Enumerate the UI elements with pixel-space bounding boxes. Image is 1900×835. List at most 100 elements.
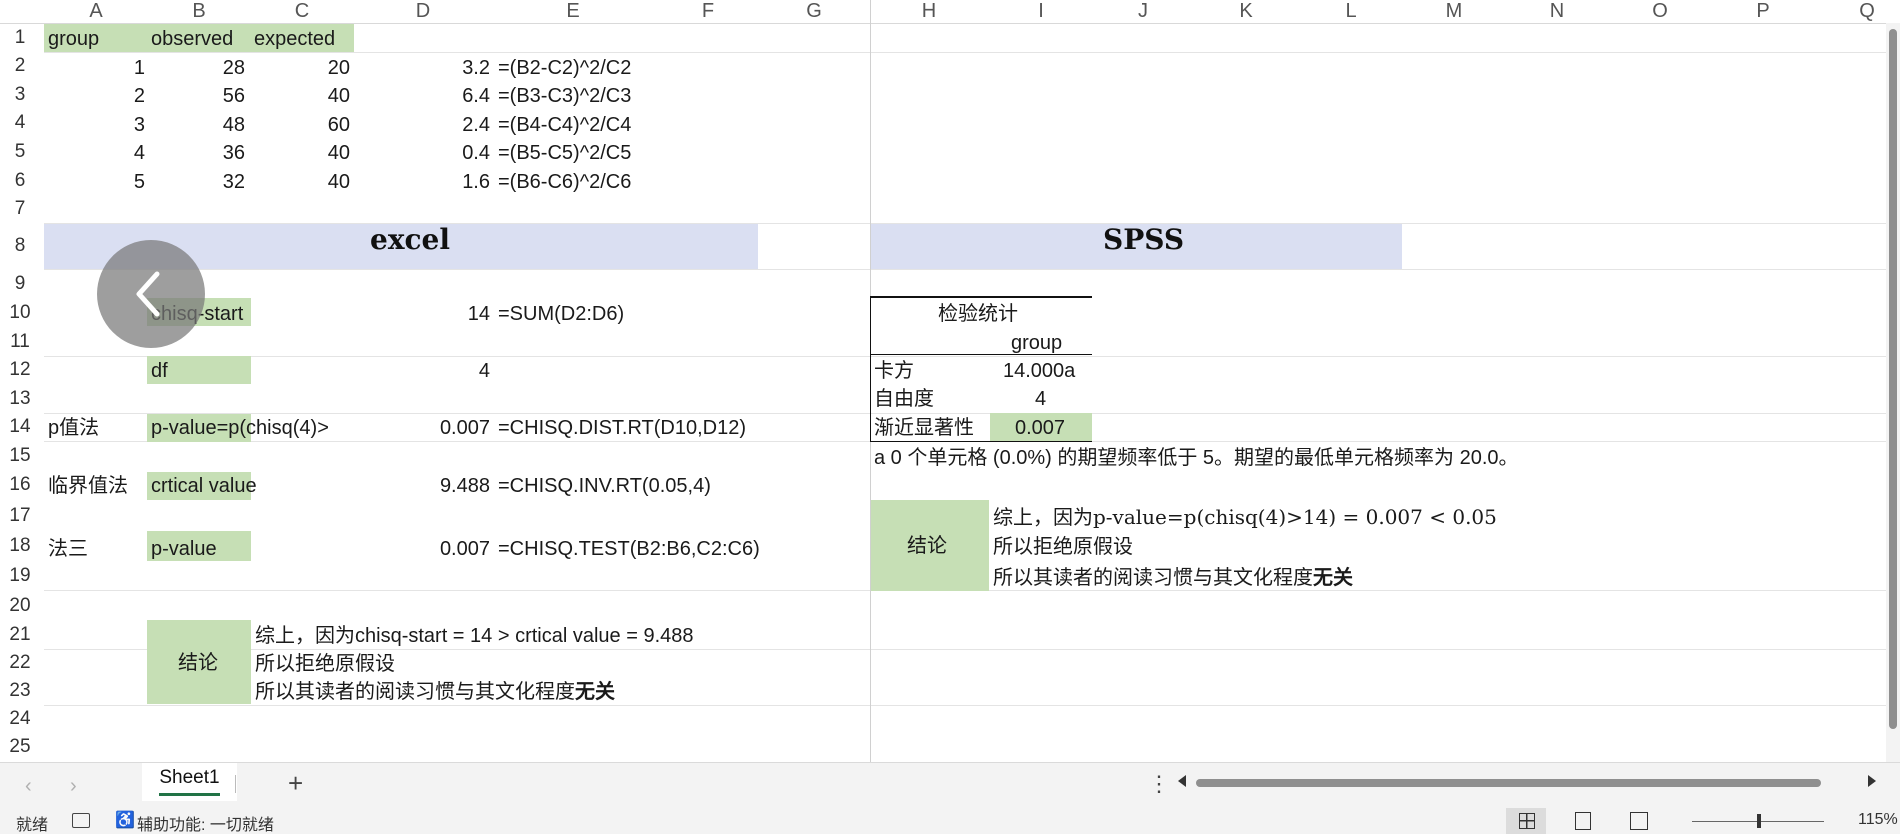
spss-title[interactable]: SPSS xyxy=(1103,226,1184,254)
column-header-g[interactable]: G xyxy=(806,0,822,23)
spss-footnote[interactable]: a 0 个单元格 (0.0%) 的期望频率低于 5。期望的最低单元格频率为 20… xyxy=(874,446,1519,470)
row-header-19[interactable]: 19 xyxy=(0,561,40,591)
excel-conclusion-line3[interactable]: 所以其读者的阅读习惯与其文化程度无关 xyxy=(255,680,615,704)
row-header-24[interactable]: 24 xyxy=(0,705,40,733)
data-cell-d[interactable]: 0.4 xyxy=(440,141,490,165)
row-header-8[interactable]: 8 xyxy=(0,223,40,269)
data-cell-expected[interactable]: 60 xyxy=(300,113,350,137)
spss-conclusion-line3[interactable]: 所以其读者的阅读习惯与其文化程度无关 xyxy=(993,566,1353,590)
data-cell-d[interactable]: 2.4 xyxy=(440,113,490,137)
df-value[interactable]: 4 xyxy=(440,359,490,383)
column-header-l[interactable]: L xyxy=(1345,0,1356,23)
row-header-14[interactable]: 14 xyxy=(0,413,40,441)
data-cell-formula[interactable]: =(B6-C6)^2/C6 xyxy=(498,170,631,194)
vertical-scrollbar[interactable] xyxy=(1886,23,1900,762)
row-header-5[interactable]: 5 xyxy=(0,137,40,166)
data-cell-d[interactable]: 6.4 xyxy=(440,84,490,108)
column-header-f[interactable]: F xyxy=(702,0,714,23)
spss-row2-value[interactable]: 4 xyxy=(1035,387,1046,411)
tab-scroll-prev-icon[interactable]: ‹ xyxy=(25,775,32,798)
data-cell-expected[interactable]: 40 xyxy=(300,141,350,165)
df-label[interactable]: df xyxy=(151,359,168,383)
excel-conclusion-line2[interactable]: 所以拒绝原假设 xyxy=(255,652,395,676)
back-button[interactable] xyxy=(97,240,205,348)
row-header-15[interactable]: 15 xyxy=(0,441,40,470)
column-header-d[interactable]: D xyxy=(416,0,430,23)
spss-conclusion-label[interactable]: 结论 xyxy=(907,534,947,558)
p-label[interactable]: p-value=p(chisq(4)> xyxy=(151,416,329,440)
column-header-n[interactable]: N xyxy=(1550,0,1564,23)
accessibility-icon[interactable]: ♿ xyxy=(115,810,135,830)
row-header-11[interactable]: 11 xyxy=(0,327,40,356)
scroll-left-icon[interactable] xyxy=(1178,775,1186,787)
row-header-2[interactable]: 2 xyxy=(0,52,40,80)
data-cell-group[interactable]: 3 xyxy=(100,113,145,137)
chisq-value[interactable]: 14 xyxy=(440,302,490,326)
data-cell-formula[interactable]: =(B3-C3)^2/C3 xyxy=(498,84,631,108)
column-header-b[interactable]: B xyxy=(192,0,205,23)
add-sheet-button[interactable]: + xyxy=(288,768,303,799)
spss-conclusion-line2[interactable]: 所以拒绝原假设 xyxy=(993,535,1133,559)
row-header-25[interactable]: 25 xyxy=(0,733,40,761)
data-cell-d[interactable]: 1.6 xyxy=(440,170,490,194)
column-header-i[interactable]: I xyxy=(1038,0,1044,23)
column-header-c[interactable]: C xyxy=(295,0,309,23)
tab-scroll-next-icon[interactable]: › xyxy=(70,775,77,798)
chisq-formula[interactable]: =SUM(D2:D6) xyxy=(498,302,624,326)
m3-formula[interactable]: =CHISQ.TEST(B2:B6,C2:C6) xyxy=(498,537,760,561)
macro-icon[interactable] xyxy=(72,813,90,828)
row-header-17[interactable]: 17 xyxy=(0,500,40,531)
spss-row3-label[interactable]: 渐近显著性 xyxy=(874,416,974,440)
data-cell-observed[interactable]: 28 xyxy=(200,56,245,80)
data-cell-d[interactable]: 3.2 xyxy=(440,56,490,80)
spss-table-title[interactable]: 检验统计 xyxy=(938,302,1018,326)
row-header-9[interactable]: 9 xyxy=(0,269,40,298)
row-header-20[interactable]: 20 xyxy=(0,591,40,620)
data-cell-observed[interactable]: 36 xyxy=(200,141,245,165)
crit-label[interactable]: crtical value xyxy=(151,474,257,498)
spss-col-header[interactable]: group xyxy=(1011,331,1062,355)
m3-value[interactable]: 0.007 xyxy=(420,537,490,561)
row-header-23[interactable]: 23 xyxy=(0,677,40,705)
page-break-view-icon[interactable] xyxy=(1630,812,1648,830)
data-cell-formula[interactable]: =(B5-C5)^2/C5 xyxy=(498,141,631,165)
crit-formula[interactable]: =CHISQ.INV.RT(0.05,4) xyxy=(498,474,711,498)
excel-title[interactable]: excel xyxy=(370,226,450,254)
column-header-m[interactable]: M xyxy=(1446,0,1463,23)
status-accessibility[interactable]: 辅助功能: 一切就绪 xyxy=(137,811,274,835)
column-header-k[interactable]: K xyxy=(1239,0,1252,23)
scroll-right-icon[interactable] xyxy=(1868,775,1876,787)
header-observed[interactable]: observed xyxy=(151,27,233,51)
row-header-18[interactable]: 18 xyxy=(0,531,40,561)
vertical-scroll-thumb[interactable] xyxy=(1889,29,1897,729)
data-cell-expected[interactable]: 40 xyxy=(300,84,350,108)
column-header-o[interactable]: O xyxy=(1652,0,1668,23)
data-cell-group[interactable]: 5 xyxy=(100,170,145,194)
horizontal-scroll-thumb[interactable] xyxy=(1196,779,1821,787)
p-formula[interactable]: =CHISQ.DIST.RT(D10,D12) xyxy=(498,416,746,440)
data-cell-observed[interactable]: 56 xyxy=(200,84,245,108)
zoom-level[interactable]: 115% xyxy=(1858,811,1898,829)
excel-conclusion-line1[interactable]: 综上，因为chisq-start = 14 > crtical value = … xyxy=(255,624,694,648)
column-header-h[interactable]: H xyxy=(922,0,936,23)
spss-conclusion-line1[interactable]: 综上，因为p-value=p(chisq(4)>14) = 0.007 < 0.… xyxy=(993,505,1497,529)
data-cell-observed[interactable]: 32 xyxy=(200,170,245,194)
row-header-6[interactable]: 6 xyxy=(0,166,40,195)
excel-conclusion-label[interactable]: 结论 xyxy=(178,651,218,675)
row-header-22[interactable]: 22 xyxy=(0,649,40,677)
row-header-13[interactable]: 13 xyxy=(0,384,40,413)
column-header-j[interactable]: J xyxy=(1138,0,1148,23)
p-value[interactable]: 0.007 xyxy=(420,416,490,440)
page-layout-view-icon[interactable] xyxy=(1575,812,1591,830)
row-header-7[interactable]: 7 xyxy=(0,195,40,223)
data-cell-expected[interactable]: 20 xyxy=(300,56,350,80)
data-cell-formula[interactable]: =(B2-C2)^2/C2 xyxy=(498,56,631,80)
row-header-4[interactable]: 4 xyxy=(0,109,40,137)
row-header-21[interactable]: 21 xyxy=(0,620,40,649)
tab-sheet1[interactable]: Sheet1 xyxy=(142,763,237,801)
m3-label[interactable]: p-value xyxy=(151,537,217,561)
spss-row1-value[interactable]: 14.000a xyxy=(1003,359,1075,383)
more-options-icon[interactable]: ⋮ xyxy=(1148,771,1170,797)
row-header-1[interactable]: 1 xyxy=(0,24,40,52)
spss-row1-label[interactable]: 卡方 xyxy=(874,359,914,383)
